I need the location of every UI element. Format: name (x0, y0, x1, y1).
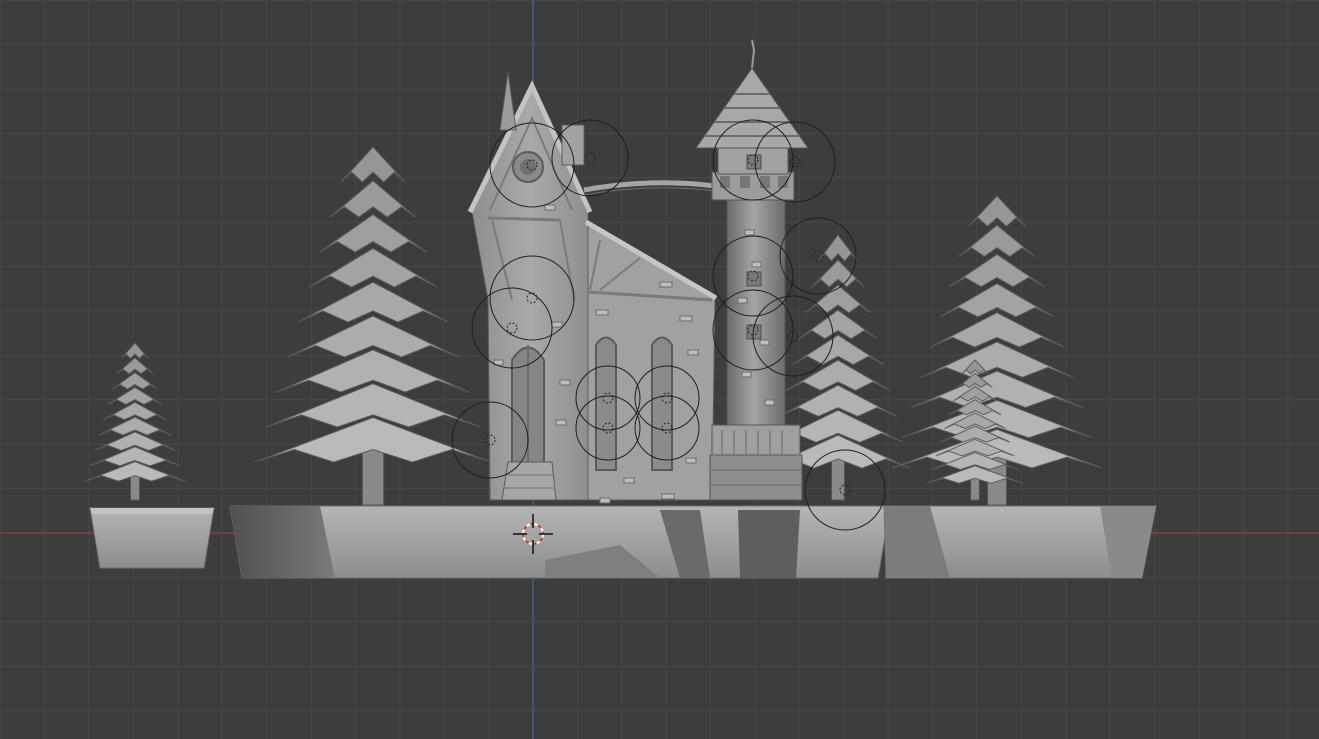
stone-tower[interactable] (695, 39, 809, 501)
light-probe-center-icon (812, 250, 824, 262)
3d-viewport[interactable] (0, 0, 1319, 739)
light-probe-center-icon (584, 152, 596, 164)
half-timbered-house[interactable] (467, 71, 718, 504)
pine-tree-large-left[interactable] (254, 146, 492, 506)
ground-base-left[interactable] (89, 507, 215, 569)
ground-base-right[interactable] (883, 505, 1157, 579)
viewport-canvas[interactable] (0, 0, 1319, 739)
ground-base-main[interactable] (229, 505, 891, 579)
light-probe-center-icon (789, 156, 801, 168)
pine-tree-large-right[interactable] (891, 195, 1103, 506)
pine-tree-small-left[interactable] (84, 342, 186, 501)
